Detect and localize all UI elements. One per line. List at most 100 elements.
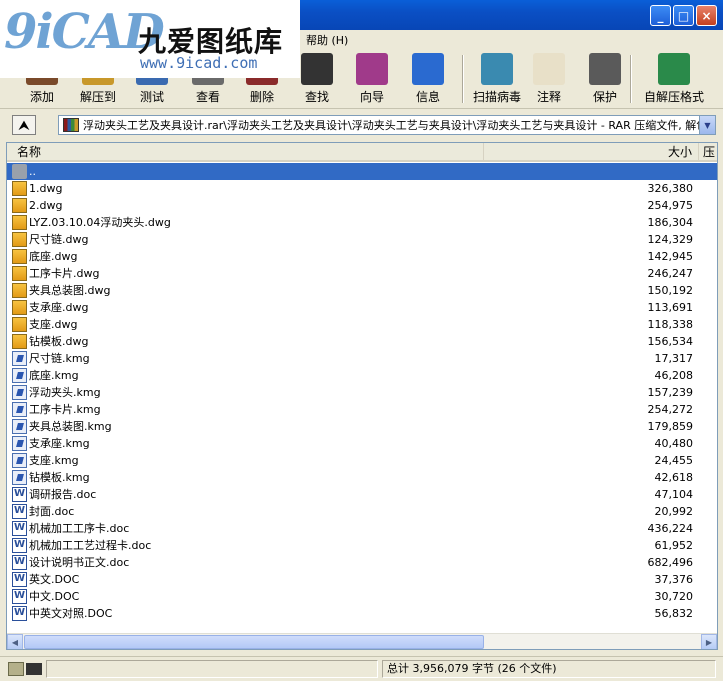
status-panel-left — [46, 660, 378, 678]
file-row[interactable]: 2.dwg 254,975 — [7, 197, 717, 214]
file-row[interactable]: 1.dwg 326,380 — [7, 180, 717, 197]
toolbar-label: 查看 — [195, 90, 220, 104]
file-row[interactable]: 夹具总装图.dwg 150,192 — [7, 282, 717, 299]
file-row[interactable]: 设计说明书正文.doc 682,496 — [7, 554, 717, 571]
scroll-thumb[interactable] — [24, 635, 484, 649]
logo-url: www.9icad.com — [140, 54, 258, 72]
address-row: ⮝ 浮动夹头工艺及夹具设计.rar\浮动夹头工艺及夹具设计\浮动夹头工艺与夹具设… — [0, 112, 723, 138]
file-row[interactable]: 中英文对照.DOC 56,832 — [7, 605, 717, 622]
file-row[interactable]: 机械加工工序卡.doc 436,224 — [7, 520, 717, 537]
file-row[interactable]: 底座.dwg 142,945 — [7, 248, 717, 265]
toolbar-label: 向导 — [359, 90, 384, 104]
file-size: 47,104 — [654, 488, 694, 501]
file-name: 调研报告.doc — [29, 488, 97, 501]
toolbar-button-info[interactable]: 信息 — [400, 53, 456, 107]
comment-icon — [533, 53, 565, 85]
kmg-file-icon — [12, 402, 27, 417]
file-row[interactable]: 中文.DOC 30,720 — [7, 588, 717, 605]
dwg-file-icon — [12, 266, 27, 281]
horizontal-scrollbar[interactable]: ◀ ▶ — [7, 633, 717, 649]
column-header-size[interactable]: 大小 — [484, 143, 699, 161]
file-size: 17,317 — [654, 352, 694, 365]
kmg-file-icon — [12, 470, 27, 485]
file-name: 英文.DOC — [29, 573, 80, 586]
file-row[interactable]: 英文.DOC 37,376 — [7, 571, 717, 588]
kmg-file-icon — [12, 436, 27, 451]
file-size: 186,304 — [647, 216, 694, 229]
dwg-file-icon — [12, 198, 27, 213]
file-size: 156,534 — [647, 335, 694, 348]
file-name: 工序卡片.kmg — [29, 403, 101, 416]
kmg-file-icon — [12, 453, 27, 468]
parent-folder-row[interactable]: .. — [7, 163, 717, 180]
toolbar-button-protect-shield[interactable]: 保护 — [577, 53, 633, 107]
file-row[interactable]: 尺寸链.dwg 124,329 — [7, 231, 717, 248]
file-size: 254,272 — [647, 403, 694, 416]
file-row[interactable]: 调研报告.doc 47,104 — [7, 486, 717, 503]
close-button[interactable]: × — [696, 5, 717, 26]
dwg-file-icon — [12, 181, 27, 196]
file-size: 142,945 — [647, 250, 694, 263]
toolbar-button-comment[interactable]: 注释 — [521, 53, 577, 107]
window-controls: _ □ × — [650, 5, 717, 26]
column-header-name[interactable]: 名称 — [7, 143, 484, 161]
file-row[interactable]: 支座.dwg 118,338 — [7, 316, 717, 333]
file-row[interactable]: 底座.kmg 46,208 — [7, 367, 717, 384]
dwg-file-icon — [12, 317, 27, 332]
doc-file-icon — [12, 487, 27, 502]
file-row[interactable]: 尺寸链.kmg 17,317 — [7, 350, 717, 367]
minimize-button[interactable]: _ — [650, 5, 671, 26]
file-row[interactable]: 支承座.kmg 40,480 — [7, 435, 717, 452]
kmg-file-icon — [12, 419, 27, 434]
file-size: 157,239 — [647, 386, 694, 399]
menu-help[interactable]: 帮助 (H) — [300, 32, 354, 48]
drive-icon[interactable] — [8, 662, 24, 676]
maximize-button[interactable]: □ — [673, 5, 694, 26]
file-row[interactable]: 夹具总装图.kmg 179,859 — [7, 418, 717, 435]
file-name: 支承座.dwg — [29, 301, 89, 314]
file-name: 支承座.kmg — [29, 437, 90, 450]
doc-file-icon — [12, 521, 27, 536]
info-icon — [412, 53, 444, 85]
file-row[interactable]: 钻模板.dwg 156,534 — [7, 333, 717, 350]
file-row[interactable]: 支承座.dwg 113,691 — [7, 299, 717, 316]
file-row[interactable]: 工序卡片.dwg 246,247 — [7, 265, 717, 282]
scroll-right-button[interactable]: ▶ — [701, 634, 717, 649]
toolbar-button-wizard[interactable]: 向导 — [344, 53, 400, 107]
file-row[interactable]: 支座.kmg 24,455 — [7, 452, 717, 469]
up-folder-button[interactable]: ⮝ — [12, 115, 36, 135]
file-row[interactable]: 机械加工工艺过程卡.doc 61,952 — [7, 537, 717, 554]
file-size: 150,192 — [647, 284, 694, 297]
file-name: 中文.DOC — [29, 590, 80, 603]
watermark-logo: 9iCAD 九爱图纸库 www.9icad.com — [0, 0, 300, 78]
find-binoculars-icon — [301, 53, 333, 85]
chevron-down-icon[interactable]: ▼ — [699, 116, 715, 134]
file-row[interactable]: 浮动夹头.kmg 157,239 — [7, 384, 717, 401]
virus-scan-icon — [481, 53, 513, 85]
toolbar-button-virus-scan[interactable]: 扫描病毒 — [465, 53, 529, 107]
toolbar-button-sfx[interactable]: 自解压格式 — [640, 53, 708, 107]
toolbar-label: 解压到 — [79, 90, 116, 104]
file-row[interactable]: 封面.doc 20,992 — [7, 503, 717, 520]
file-row[interactable]: LYZ.03.10.04浮动夹头.dwg 186,304 — [7, 214, 717, 231]
kmg-file-icon — [12, 351, 27, 366]
toolbar-label: 保护 — [592, 90, 617, 104]
scroll-left-button[interactable]: ◀ — [7, 634, 23, 649]
address-combobox[interactable]: 浮动夹头工艺及夹具设计.rar\浮动夹头工艺及夹具设计\浮动夹头工艺与夹具设计\… — [58, 115, 716, 135]
file-row[interactable]: 钻模板.kmg 42,618 — [7, 469, 717, 486]
file-size: 56,832 — [654, 607, 694, 620]
status-summary: 总计 3,956,079 字节 (26 个文件) — [387, 662, 557, 675]
file-name: 工序卡片.dwg — [29, 267, 100, 280]
file-name: 底座.dwg — [29, 250, 78, 263]
file-size: 61,952 — [654, 539, 694, 552]
file-size: 179,859 — [647, 420, 694, 433]
file-name: 机械加工工序卡.doc — [29, 522, 130, 535]
toolbar-label: 信息 — [415, 90, 440, 104]
key-lock-icon[interactable] — [26, 663, 42, 675]
column-header-packed[interactable]: 压 — [699, 143, 717, 161]
file-name: 设计说明书正文.doc — [29, 556, 130, 569]
doc-file-icon — [12, 555, 27, 570]
file-row[interactable]: 工序卡片.kmg 254,272 — [7, 401, 717, 418]
kmg-file-icon — [12, 385, 27, 400]
dwg-file-icon — [12, 232, 27, 247]
